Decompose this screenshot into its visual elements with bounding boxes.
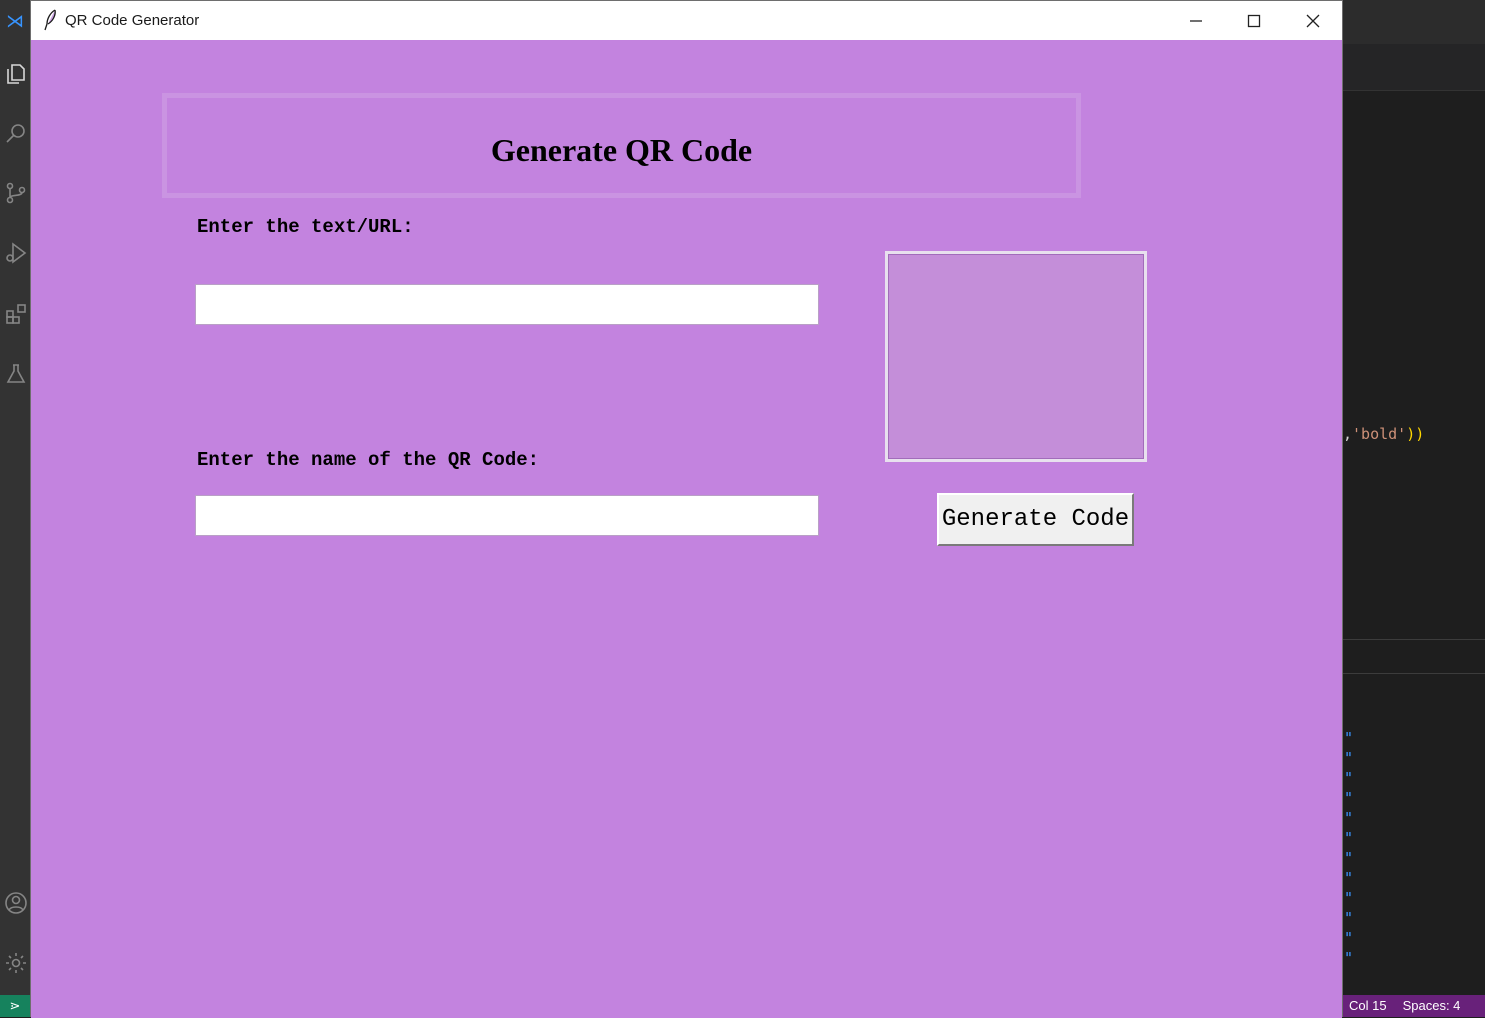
minimize-button[interactable] <box>1167 1 1225 40</box>
code-quote: " <box>1344 769 1354 787</box>
vscode-panel-tabs <box>1343 640 1485 674</box>
minimize-icon <box>1190 19 1202 22</box>
vscode-status-bar: Col 15 Spaces: 4 <box>1343 995 1485 1017</box>
qr-code-display <box>885 251 1147 462</box>
code-string: 'bold' <box>1352 425 1407 443</box>
code-fragment: ,'bold')) <box>1343 425 1424 443</box>
code-quote: " <box>1344 809 1354 827</box>
status-column[interactable]: Col 15 <box>1349 998 1387 1013</box>
qr-name-input[interactable] <box>195 495 819 536</box>
code-quote: " <box>1344 889 1354 907</box>
code-quote: " <box>1344 909 1354 927</box>
vscode-logo-icon: ⋊ <box>6 11 24 31</box>
page-title: Generate QR Code <box>490 132 753 168</box>
generate-code-button[interactable]: Generate Code <box>937 493 1134 546</box>
title-bar[interactable]: QR Code Generator <box>31 1 1342 40</box>
code-quote: " <box>1344 749 1354 767</box>
code-paren: )) <box>1406 425 1425 443</box>
vscode-tab-bar <box>1343 44 1485 90</box>
code-quote: " <box>1344 949 1354 967</box>
heading-frame: Generate QR Code <box>162 93 1081 198</box>
close-button[interactable] <box>1284 1 1342 40</box>
code-quote: " <box>1344 869 1354 887</box>
vscode-title-area <box>1343 0 1485 44</box>
vscode-activity-bar: ⋊ ⋗ <box>0 0 30 1017</box>
testing-icon[interactable] <box>2 360 30 388</box>
code-punct: , <box>1343 425 1353 443</box>
search-icon[interactable] <box>2 119 30 147</box>
explorer-icon[interactable] <box>2 60 30 88</box>
code-quote: " <box>1344 849 1354 867</box>
vscode-editor <box>1343 90 1485 641</box>
code-quote: " <box>1344 789 1354 807</box>
run-debug-icon[interactable] <box>2 239 30 267</box>
code-quote: " <box>1344 929 1354 947</box>
feather-icon <box>43 9 59 31</box>
maximize-button[interactable] <box>1225 1 1283 40</box>
vscode-panel <box>1343 674 1485 995</box>
qr-app-window: QR Code Generator Generate QR Code Enter… <box>30 0 1343 1018</box>
maximize-icon <box>1247 14 1261 27</box>
app-client-area: Generate QR Code Enter the text/URL: Ent… <box>31 40 1342 1018</box>
code-quotes-column: " " " " " " " " " " " " <box>1344 728 1364 968</box>
qr-name-label: Enter the name of the QR Code: <box>197 449 540 471</box>
code-quote: " <box>1344 729 1354 747</box>
extensions-icon[interactable] <box>2 300 30 328</box>
code-quote: " <box>1344 829 1354 847</box>
status-spaces[interactable]: Spaces: 4 <box>1403 998 1461 1013</box>
window-title: QR Code Generator <box>65 12 200 29</box>
text-url-input[interactable] <box>195 284 819 325</box>
remote-indicator-icon[interactable]: ⋗ <box>0 995 30 1017</box>
text-url-label: Enter the text/URL: <box>197 216 414 238</box>
close-icon <box>1306 14 1320 27</box>
account-icon[interactable] <box>2 889 30 917</box>
source-control-icon[interactable] <box>2 179 30 207</box>
settings-gear-icon[interactable] <box>2 949 30 977</box>
